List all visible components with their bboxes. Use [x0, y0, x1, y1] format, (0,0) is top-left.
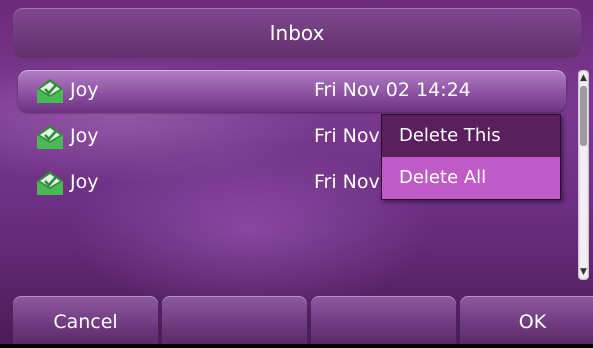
envelope-check-icon [37, 171, 63, 195]
message-row-1[interactable]: Joy Fri Nov 02 14:24 [18, 70, 566, 112]
message-date: Fri Nov [314, 171, 380, 193]
envelope-check-icon [37, 79, 63, 103]
menu-item-delete-all[interactable]: Delete All [382, 157, 560, 199]
menu-item-delete-this[interactable]: Delete This [382, 115, 560, 157]
ok-softkey[interactable]: OK [460, 296, 593, 344]
message-sender: Joy [70, 171, 99, 193]
message-date: Fri Nov [314, 125, 380, 147]
softkey-bar: Cancel OK [0, 296, 593, 344]
page-title: Inbox [269, 21, 325, 45]
message-date: Fri Nov 02 14:24 [314, 79, 471, 101]
message-list: Joy Fri Nov 02 14:24 Joy Fri Nov Joy Fri… [18, 70, 566, 195]
message-sender: Joy [70, 79, 99, 101]
cancel-softkey[interactable]: Cancel [13, 296, 158, 344]
softkey-2[interactable] [162, 296, 307, 344]
message-sender: Joy [70, 125, 99, 147]
softkey-3[interactable] [311, 296, 456, 344]
scroll-up-arrow-icon[interactable]: ▲ [578, 72, 589, 84]
scroll-down-arrow-icon[interactable]: ▼ [578, 266, 589, 278]
phone-screen: Inbox Joy Fri Nov 02 14:24 Joy Fri Nov J… [0, 0, 593, 344]
context-menu: Delete This Delete All [381, 114, 561, 200]
scroll-thumb[interactable] [580, 86, 587, 146]
title-bar: Inbox [13, 8, 581, 58]
scrollbar[interactable]: ▲ ▼ [578, 70, 589, 280]
envelope-check-icon [37, 125, 63, 149]
